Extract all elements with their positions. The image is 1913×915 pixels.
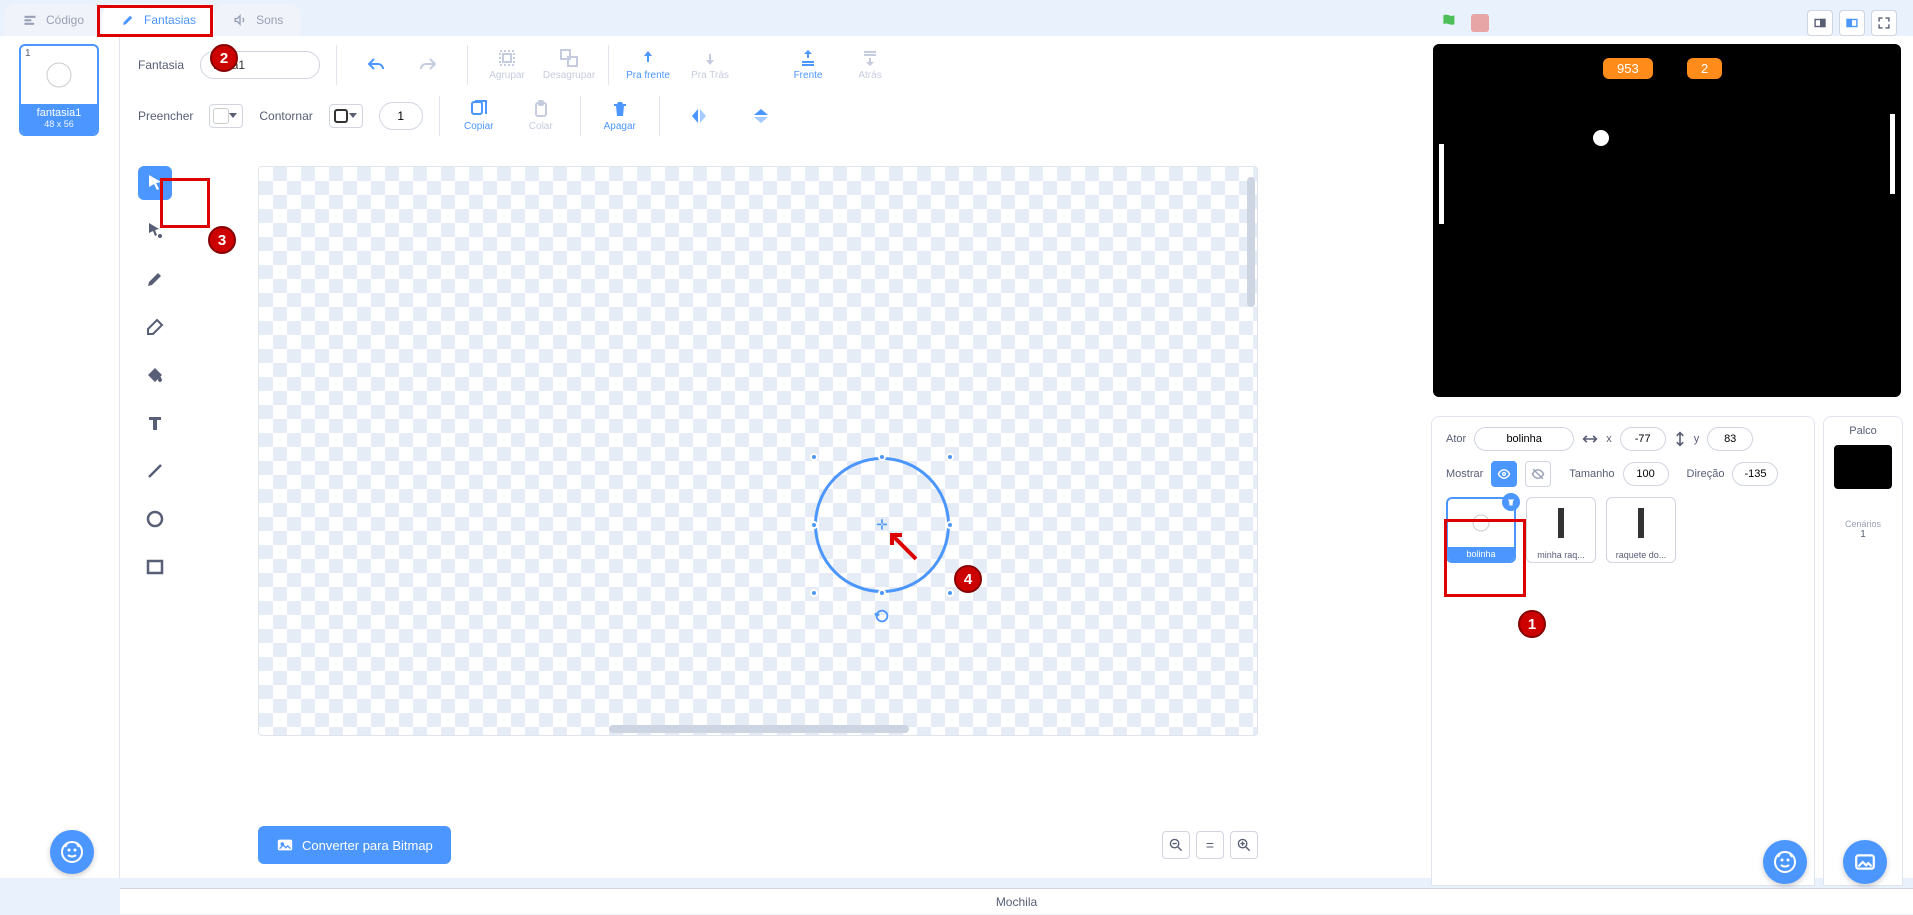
annotation-callout-3: 3	[208, 226, 236, 254]
delete-sprite-button[interactable]	[1502, 493, 1520, 511]
xy-icon	[1582, 433, 1598, 445]
annotation-box-tab	[97, 5, 213, 37]
y-icon	[1674, 431, 1686, 447]
x-input[interactable]	[1620, 427, 1666, 451]
costume-index: 1	[25, 48, 31, 59]
bitmap-icon	[276, 836, 294, 854]
paint-canvas[interactable]: ✛	[258, 166, 1258, 736]
add-costume-fab[interactable]	[50, 830, 94, 874]
forward-button[interactable]: Pra frente	[625, 48, 671, 81]
stop-button[interactable]	[1471, 14, 1489, 32]
outline-color-picker[interactable]	[329, 104, 363, 128]
costume-dim: 48 x 56	[21, 119, 97, 129]
ungroup-button[interactable]: Desagrupar	[546, 48, 592, 81]
annotation-box-sprite	[1444, 519, 1526, 597]
brush-tool[interactable]	[138, 262, 172, 296]
delete-button[interactable]: Apagar	[597, 99, 643, 132]
annotation-callout-2: 2	[210, 44, 238, 72]
show-label: Mostrar	[1446, 468, 1483, 480]
annotation-box-tool	[160, 178, 210, 228]
tab-code-label: Código	[46, 13, 84, 27]
zoom-out-button[interactable]	[1162, 831, 1190, 859]
large-stage-button[interactable]	[1839, 10, 1865, 36]
flip-v-button[interactable]	[738, 106, 784, 126]
sprite-panel: Ator x y Mostrar Tamanho Direção bolinha	[1431, 416, 1815, 886]
canvas-hscroll[interactable]	[609, 725, 909, 733]
redo-button[interactable]	[405, 55, 451, 75]
front-button[interactable]: Frente	[785, 48, 831, 81]
stage-column: Palco Cenários 1	[1823, 416, 1903, 886]
stage-title: Palco	[1824, 425, 1902, 437]
size-label: Tamanho	[1569, 468, 1614, 480]
annotation-callout-4: 4	[954, 565, 982, 593]
outline-width-input[interactable]	[379, 102, 423, 130]
undo-button[interactable]	[353, 55, 399, 75]
costume-name-label: Fantasia	[138, 58, 184, 72]
x-label: x	[1606, 433, 1612, 445]
fill-tool[interactable]	[138, 358, 172, 392]
backward-button[interactable]: Pra Trás	[687, 48, 733, 81]
tab-sounds-label: Sons	[256, 13, 283, 27]
annotation-arrow	[886, 529, 926, 569]
code-icon	[22, 13, 38, 27]
canvas-vscroll[interactable]	[1247, 177, 1255, 307]
stage-ball	[1593, 130, 1609, 146]
backpack-bar[interactable]: Mochila	[120, 888, 1913, 914]
backdrops-count: 1	[1824, 529, 1902, 540]
y-label: y	[1694, 433, 1700, 445]
fill-color-picker[interactable]	[209, 104, 243, 128]
copy-button[interactable]: Copiar	[456, 99, 502, 132]
score-right: 2	[1687, 58, 1722, 79]
fullscreen-button[interactable]	[1871, 10, 1897, 36]
paste-button[interactable]: Colar	[518, 99, 564, 132]
sprite-thumb-raquete1[interactable]: minha raq...	[1526, 497, 1596, 563]
show-button[interactable]	[1491, 461, 1517, 487]
actor-label: Ator	[1446, 433, 1466, 445]
stage-paddle-left	[1439, 144, 1444, 224]
rect-tool[interactable]	[138, 550, 172, 584]
dir-label: Direção	[1687, 468, 1725, 480]
line-tool[interactable]	[138, 454, 172, 488]
stage-paddle-right	[1890, 114, 1895, 194]
actor-name-input[interactable]	[1474, 427, 1574, 451]
backdrops-label: Cenários	[1824, 519, 1902, 529]
dir-input[interactable]	[1732, 462, 1778, 486]
back-button[interactable]: Atrás	[847, 48, 893, 81]
fill-label: Preencher	[138, 109, 193, 123]
rotate-handle[interactable]	[873, 607, 891, 628]
stage[interactable]: 953 2	[1433, 44, 1901, 397]
convert-bitmap-button[interactable]: Converter para Bitmap	[258, 826, 451, 864]
score-left: 953	[1603, 58, 1653, 79]
costume-preview	[21, 46, 97, 104]
circle-tool[interactable]	[138, 502, 172, 536]
add-backdrop-fab[interactable]	[1843, 840, 1887, 884]
tab-code[interactable]: Código	[4, 4, 102, 36]
add-sprite-fab[interactable]	[1763, 840, 1807, 884]
size-input[interactable]	[1623, 462, 1669, 486]
costume-name: fantasia1	[37, 107, 82, 119]
annotation-callout-1: 1	[1518, 610, 1546, 638]
green-flag-button[interactable]	[1439, 12, 1461, 34]
group-button[interactable]: Agrupar	[484, 48, 530, 81]
zoom-reset-button[interactable]: =	[1196, 831, 1224, 859]
eraser-tool[interactable]	[138, 310, 172, 344]
zoom-in-button[interactable]	[1230, 831, 1258, 859]
costume-thumb[interactable]: 1 fantasia1 48 x 56	[19, 44, 99, 136]
stage-backdrop-thumb[interactable]	[1834, 445, 1892, 489]
flip-h-button[interactable]	[676, 106, 722, 126]
tab-sounds[interactable]: Sons	[214, 4, 301, 36]
selection-box[interactable]: ✛	[814, 457, 950, 593]
outline-label: Contornar	[259, 109, 312, 123]
costume-list: 1 fantasia1 48 x 56	[0, 36, 120, 878]
small-stage-button[interactable]	[1807, 10, 1833, 36]
sprite-thumb-raquete2[interactable]: raquete do...	[1606, 497, 1676, 563]
y-input[interactable]	[1707, 427, 1753, 451]
sound-icon	[232, 13, 248, 27]
text-tool[interactable]	[138, 406, 172, 440]
hide-button[interactable]	[1525, 461, 1551, 487]
